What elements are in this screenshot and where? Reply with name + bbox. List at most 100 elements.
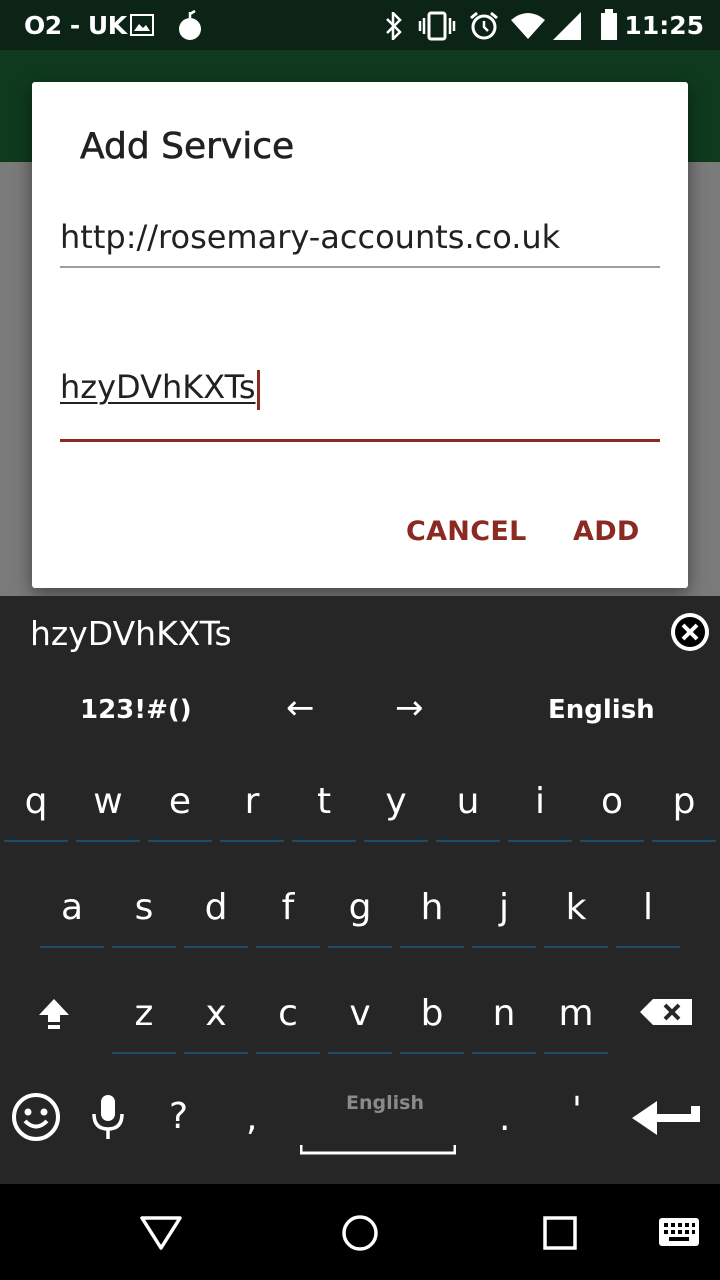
bluetooth-icon [384,9,404,45]
keyboard-switch-icon[interactable] [658,1217,700,1252]
key-label: b [420,993,444,1034]
key-k[interactable]: k [544,872,608,948]
key-divider [544,946,608,948]
service-url-input[interactable]: http://rosemary-accounts.co.uk [60,218,660,268]
question-key[interactable]: ? [169,1096,188,1137]
add-button[interactable]: ADD [573,516,640,547]
key-i[interactable]: i [508,766,572,842]
key-label: v [349,993,371,1034]
key-h[interactable]: h [400,872,464,948]
comma-key[interactable]: , [246,1098,257,1139]
key-r[interactable]: r [220,766,284,842]
key-label: a [60,887,84,928]
key-m[interactable]: m [544,978,608,1054]
key-label: e [168,781,192,822]
key-o[interactable]: o [580,766,644,842]
key-divider [220,840,284,842]
key-divider [184,1052,248,1054]
key-divider [76,840,140,842]
key-label: c [278,993,298,1034]
space-language-label: English [346,1092,424,1114]
key-divider [472,1052,536,1054]
battery-icon [600,9,618,46]
key-z[interactable]: z [112,978,176,1054]
key-divider [292,840,356,842]
cursor-left-key[interactable]: ← [286,688,315,728]
key-label: o [600,781,624,822]
dialog-title: Add Service [80,126,295,168]
backspace-key[interactable] [634,978,698,1050]
space-key[interactable]: English [300,1092,456,1158]
key-e[interactable]: e [148,766,212,842]
key-d[interactable]: d [184,872,248,948]
key-label: p [672,781,696,822]
key-q[interactable]: q [4,766,68,842]
microphone-icon [92,1095,124,1139]
key-g[interactable]: g [328,872,392,948]
vibrate-icon [418,11,456,46]
apple-icon [177,9,203,46]
key-divider [328,1052,392,1054]
image-icon [130,14,154,41]
key-divider [256,1052,320,1054]
key-divider [580,840,644,842]
back-icon[interactable] [140,1216,182,1255]
key-divider [508,840,572,842]
shift-key[interactable] [22,978,86,1050]
key-divider [184,946,248,948]
apostrophe-key[interactable]: ' [572,1090,582,1131]
cursor-right-key[interactable]: → [395,688,424,728]
key-l[interactable]: l [616,872,680,948]
key-divider [112,946,176,948]
home-icon[interactable] [341,1214,379,1257]
key-label: f [281,887,295,928]
cancel-button[interactable]: CANCEL [406,516,527,547]
signal-icon [552,11,582,46]
enter-key[interactable] [631,1100,701,1140]
key-p[interactable]: p [652,766,716,842]
key-label: t [316,781,332,822]
period-key[interactable]: . [499,1098,510,1139]
symbols-key[interactable]: 123!#() [80,695,192,725]
key-s[interactable]: s [112,872,176,948]
enter-icon [632,1101,700,1135]
language-key[interactable]: English [548,695,655,725]
text-cursor [256,370,260,410]
key-label: j [498,887,509,928]
key-x[interactable]: x [184,978,248,1054]
suggestion-word[interactable]: hzyDVhKXTs [30,614,232,653]
key-w[interactable]: w [76,766,140,842]
service-key-input[interactable]: hzyDVhKXTs [60,368,660,442]
key-a[interactable]: a [40,872,104,948]
key-v[interactable]: v [328,978,392,1054]
status-bar: O2 - UK 11:25 [0,0,720,50]
voice-key[interactable] [90,1094,126,1146]
key-label: r [244,781,260,822]
emoji-icon [12,1093,60,1141]
suggestion-strip: hzyDVhKXTs [0,596,720,670]
key-f[interactable]: f [256,872,320,948]
key-label: g [348,887,372,928]
shift-icon [39,999,69,1029]
key-divider [400,946,464,948]
alarm-icon [468,10,500,47]
keyboard-tool-row: 123!#() ← → English [0,670,720,750]
backspace-icon [640,999,692,1025]
key-label: u [456,781,480,822]
key-n[interactable]: n [472,978,536,1054]
key-y[interactable]: y [364,766,428,842]
key-label: s [134,887,154,928]
key-label: i [534,781,545,822]
key-t[interactable]: t [292,766,356,842]
recents-icon[interactable] [543,1216,577,1255]
key-b[interactable]: b [400,978,464,1054]
close-icon[interactable] [669,611,711,653]
navigation-bar [0,1184,720,1280]
key-u[interactable]: u [436,766,500,842]
key-c[interactable]: c [256,978,320,1054]
service-url-value: http://rosemary-accounts.co.uk [60,218,561,256]
key-j[interactable]: j [472,872,536,948]
key-label: y [385,781,407,822]
carrier-name: O2 - UK [24,11,127,40]
emoji-key[interactable] [11,1092,61,1146]
